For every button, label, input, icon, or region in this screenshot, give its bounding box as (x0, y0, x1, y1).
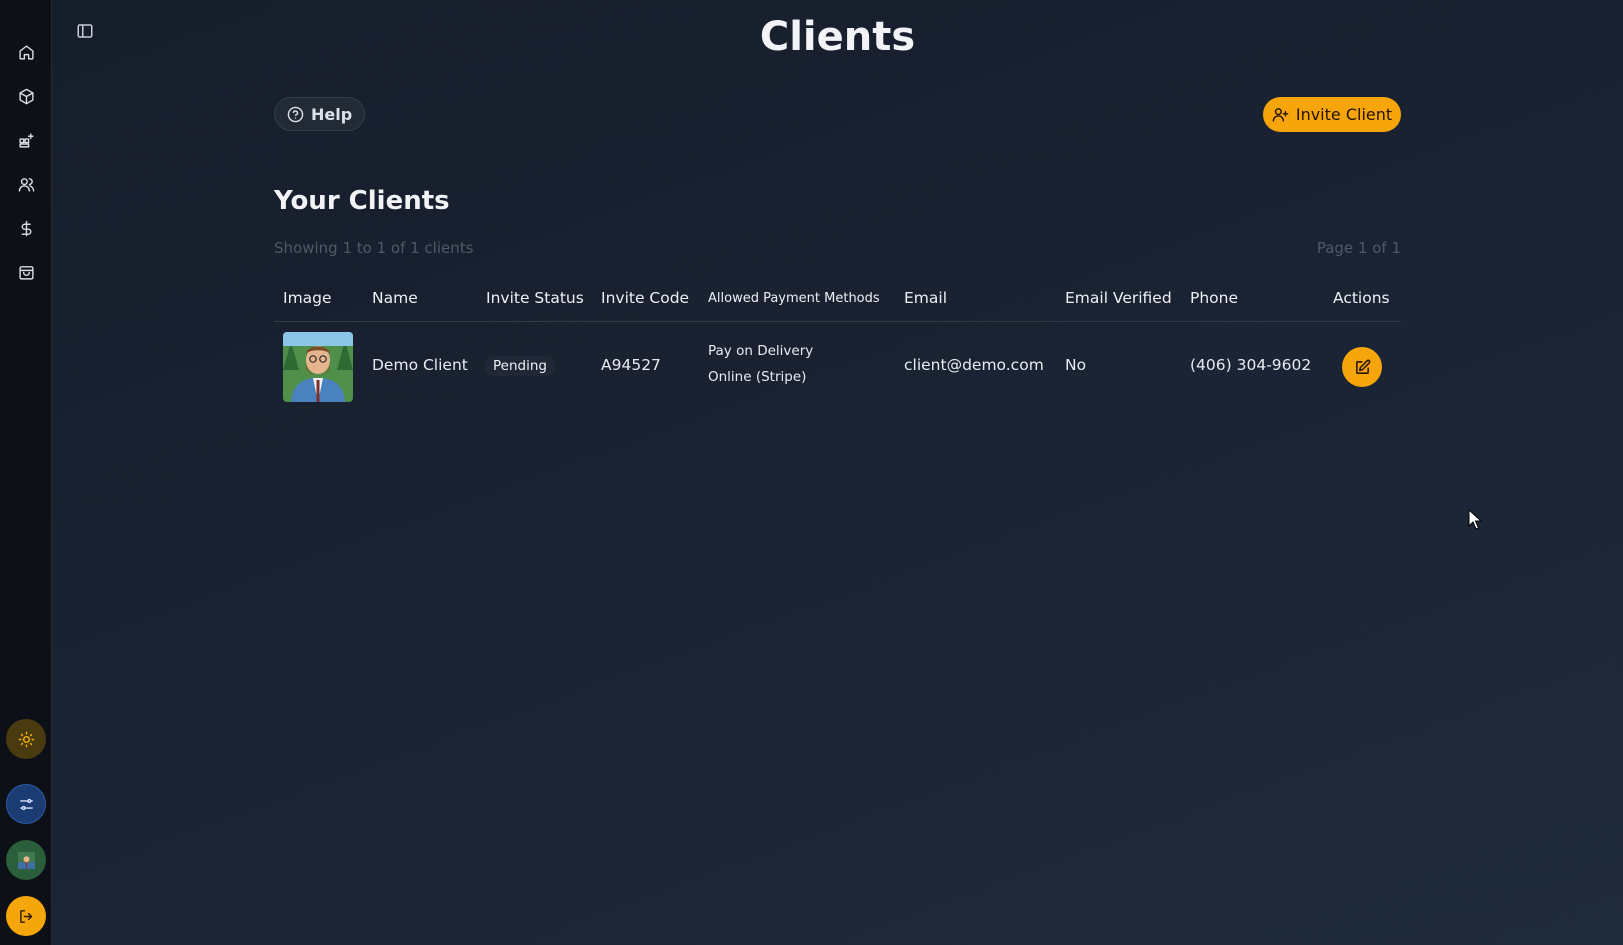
help-button-label: Help (311, 104, 353, 124)
settings-button[interactable] (6, 784, 46, 824)
mouse-cursor-icon (1468, 509, 1483, 530)
shopping-bag-icon[interactable] (13, 259, 39, 285)
edit-icon (1355, 359, 1370, 374)
edit-client-button[interactable] (1342, 347, 1382, 387)
column-header: Image (283, 289, 332, 307)
users-icon[interactable] (13, 171, 39, 197)
client-name: Demo Client (372, 356, 468, 374)
logout-button[interactable] (6, 896, 46, 936)
column-header: Name (372, 289, 418, 307)
client-email: client@demo.com (904, 356, 1044, 374)
logout-icon (19, 909, 32, 923)
showing-count: Showing 1 to 1 of 1 clients (274, 239, 474, 257)
column-header: Email (904, 289, 948, 307)
invite-client-button[interactable]: Invite Client (1263, 97, 1401, 132)
avatar-icon (17, 851, 35, 869)
home-icon[interactable] (13, 39, 39, 65)
sliders-icon (19, 798, 33, 810)
grid-plus-icon[interactable] (13, 127, 39, 153)
column-header: Actions (1333, 289, 1390, 307)
theme-toggle-button[interactable] (6, 719, 46, 759)
page-title: Clients (759, 14, 916, 60)
section-title: Your Clients (274, 186, 450, 216)
clients-table: Image Name Invite Status Invite Code All… (274, 282, 1401, 410)
email-verified: No (1065, 356, 1087, 374)
client-image (283, 332, 353, 402)
sidebar (0, 0, 52, 945)
payment-method: Pay on Delivery (708, 343, 814, 359)
client-phone: (406) 304-9602 (1190, 356, 1312, 374)
status-badge: Pending (485, 356, 555, 376)
column-header: Allowed Payment Methods (708, 291, 880, 306)
sun-icon (18, 731, 34, 747)
help-circle-icon (287, 106, 304, 122)
column-header: Invite Code (601, 289, 690, 307)
payment-method: Online (Stripe) (708, 369, 807, 385)
user-avatar[interactable] (6, 840, 46, 880)
dollar-icon[interactable] (13, 215, 39, 241)
invite-code: A94527 (601, 356, 661, 374)
help-button[interactable]: Help (274, 97, 366, 131)
table-header: Image Name Invite Status Invite Code All… (274, 282, 1401, 322)
column-header: Email Verified (1065, 289, 1172, 307)
package-icon[interactable] (13, 83, 39, 109)
client-portrait-icon (283, 332, 353, 402)
page-indicator: Page 1 of 1 (1316, 239, 1401, 257)
table-row: Demo Client Pending A94527 Pay on Delive… (274, 322, 1401, 410)
user-plus-icon (1272, 108, 1289, 122)
column-header: Invite Status (486, 289, 584, 307)
column-header: Phone (1190, 289, 1239, 307)
invite-client-label: Invite Client (1295, 105, 1393, 124)
